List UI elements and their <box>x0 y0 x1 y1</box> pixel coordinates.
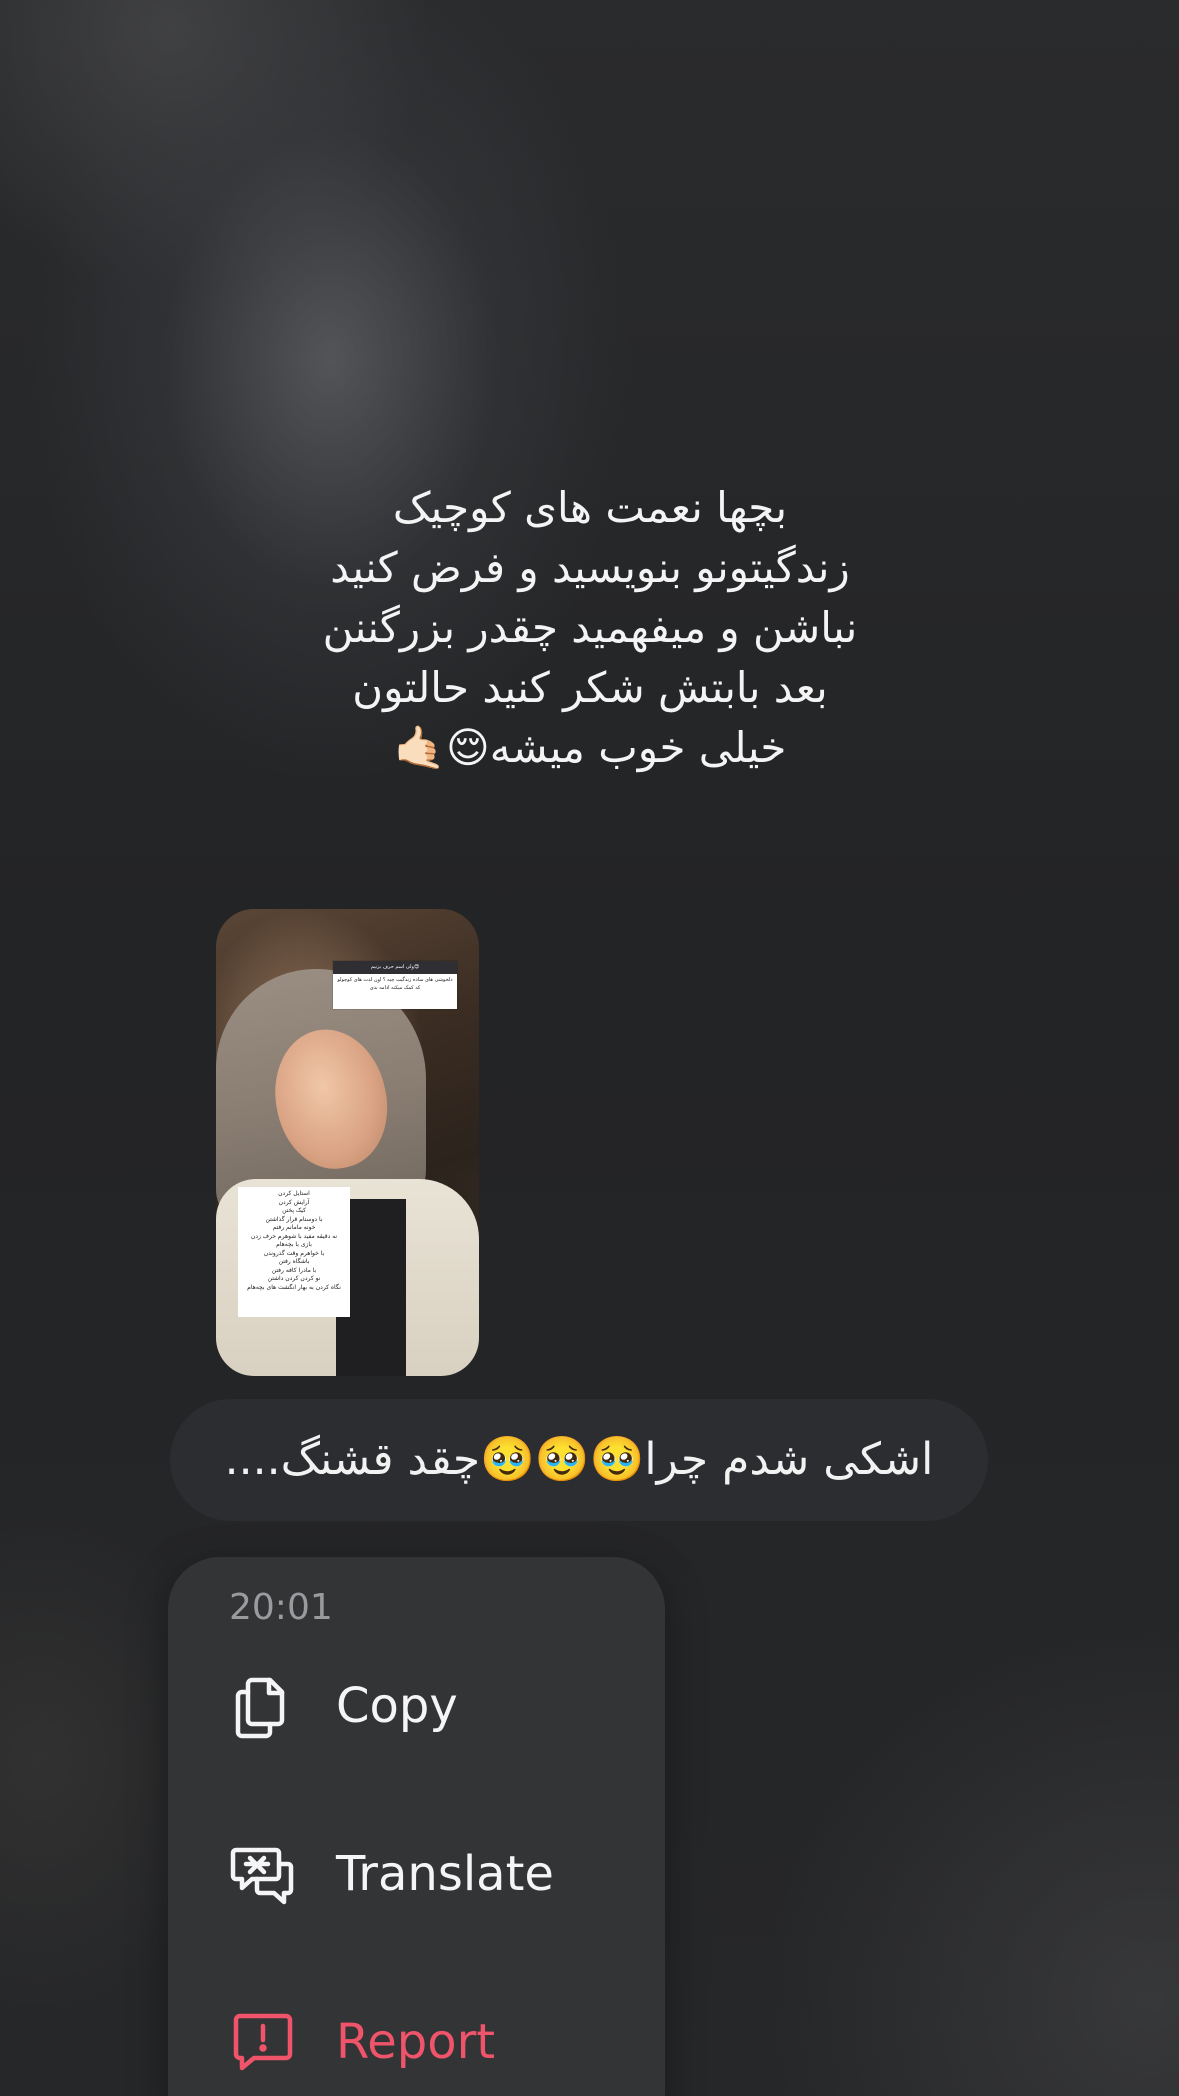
answer-line: باشگاه رفتن <box>278 1258 310 1265</box>
report-menu-item[interactable]: Report <box>168 1984 665 2096</box>
context-menu: 20:01 Copy Translate Report <box>168 1557 665 2096</box>
story-caption-line: بعد بابتش شکر کنید حالتون <box>352 663 828 712</box>
answer-line: خونه مامانم رفتم <box>272 1224 316 1231</box>
answer-line: با مادرا کافه رفتن <box>271 1266 317 1274</box>
translate-icon <box>230 1842 296 1908</box>
story-caption: بچها نعمت های کوچیک زندگیتونو بنویسید و … <box>200 478 980 778</box>
answer-line: آرایش کردن <box>278 1198 310 1206</box>
copy-icon <box>230 1674 296 1740</box>
reply-message-bubble[interactable]: اشکی شدم چرا🥹🥹🥹چقد قشنگ.... <box>170 1399 988 1521</box>
answer-line: با خواهرم وقت گذروندن <box>263 1249 325 1257</box>
reply-message-text: اشکی شدم چرا🥹🥹🥹چقد قشنگ.... <box>224 1434 934 1485</box>
story-caption-line: نباشن و میفهمید چقدر بزرگننن <box>322 603 858 652</box>
story-caption-line: خیلی خوب میشه😌🤙🏻 <box>393 723 787 772</box>
translate-menu-item[interactable]: Translate <box>168 1816 665 1936</box>
thumbnail-question-card: ولی اسم حرف بزنیم😍 دلخوشی های ساده زندگی… <box>333 961 457 1009</box>
answer-line: بازی با بچه‌هام <box>276 1241 312 1248</box>
answer-line: نه دقیقه مفید با شوهرم حرف زدن <box>250 1232 338 1240</box>
answer-line: نو کردن کردن داشتن <box>267 1275 321 1282</box>
report-icon <box>230 2010 296 2076</box>
story-thumbnail[interactable]: ولی اسم حرف بزنیم😍 دلخوشی های ساده زندگی… <box>216 909 479 1376</box>
answer-line: نگاه کردن به بهار انگشت های بچه‌هام <box>247 1283 341 1291</box>
translate-label: Translate <box>336 1846 554 1902</box>
story-caption-line: بچها نعمت های کوچیک <box>392 483 788 532</box>
question-card-text: دلخوشی های ساده زندگیت چیه ؟ اون لذت های… <box>337 977 453 991</box>
report-label: Report <box>336 2014 496 2070</box>
answer-line: کیک پختن <box>282 1207 306 1214</box>
answer-line: استایل کردن <box>278 1190 310 1197</box>
answer-line: با دوستام قرار گذاشتن <box>265 1215 323 1223</box>
story-caption-line: زندگیتونو بنویسید و فرض کنید <box>330 543 850 592</box>
thumbnail-answer-card: استایل کردن آرایش کردن کیک پختن با دوستا… <box>238 1187 350 1317</box>
question-card-header: ولی اسم حرف بزنیم😍 <box>333 961 457 974</box>
message-timestamp: 20:01 <box>229 1587 333 1628</box>
screen: بچها نعمت های کوچیک زندگیتونو بنویسید و … <box>0 0 1179 2096</box>
copy-label: Copy <box>336 1678 458 1734</box>
copy-menu-item[interactable]: Copy <box>168 1648 665 1768</box>
